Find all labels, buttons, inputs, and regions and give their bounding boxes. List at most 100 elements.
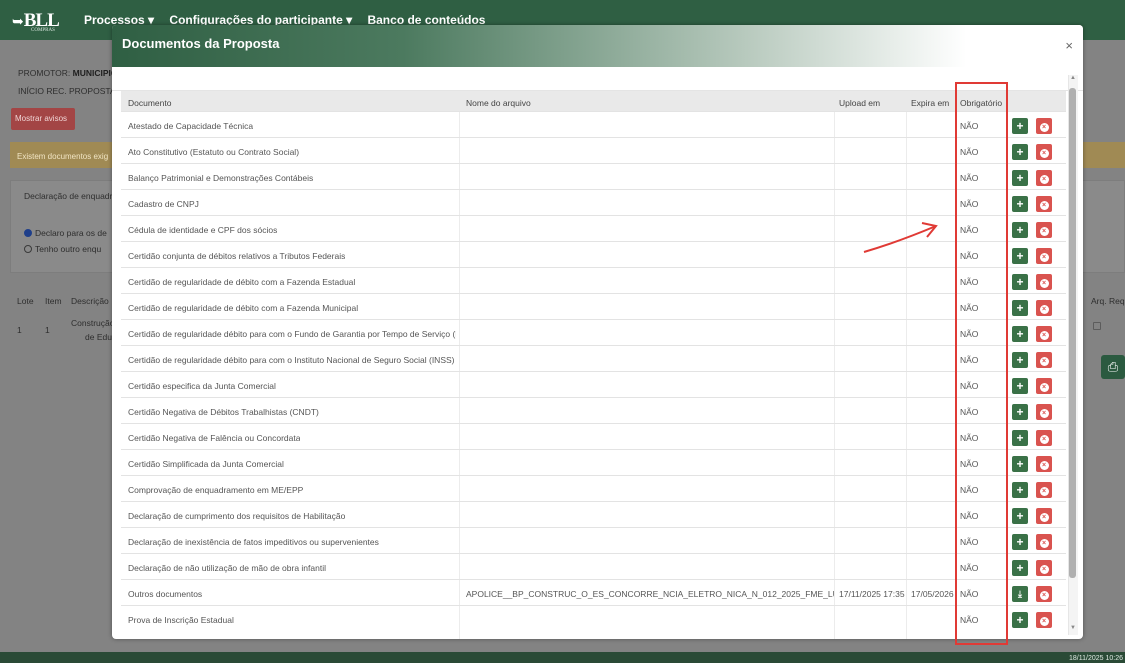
annotation-highlight-box: [955, 82, 1008, 645]
delete-icon: ×: [1039, 539, 1049, 548]
close-icon[interactable]: ×: [1065, 38, 1073, 53]
delete-button[interactable]: ×: [1036, 144, 1052, 160]
scroll-up-icon[interactable]: ▲: [1069, 75, 1077, 81]
delete-button[interactable]: ×: [1036, 196, 1052, 212]
table-row: Outros documentos APOLICE__BP_CONSTRUC_O_…: [121, 579, 1066, 605]
delete-icon: ×: [1039, 175, 1049, 184]
table-row: Declaração de não utilização de mão de o…: [121, 553, 1066, 579]
delete-button[interactable]: ×: [1036, 326, 1052, 342]
add-document-button[interactable]: +: [1012, 326, 1028, 342]
table-header: Documento Nome do arquivo Upload em Expi…: [121, 91, 1066, 111]
lot-row-lote: 1: [17, 325, 22, 335]
table-row: Certidão Negativa de Débitos Trabalhista…: [121, 397, 1066, 423]
delete-icon: ×: [1039, 591, 1049, 600]
cell-expira-em: 17/05/2026: [911, 589, 954, 599]
add-document-button[interactable]: +: [1012, 196, 1028, 212]
lot-header-item: Item: [45, 296, 62, 306]
cell-documento: Balanço Patrimonial e Demonstrações Cont…: [128, 173, 314, 183]
scrollbar-thumb[interactable]: [1069, 88, 1076, 578]
delete-button[interactable]: ×: [1036, 586, 1052, 602]
warning-text: Existem documentos exig: [17, 152, 109, 161]
delete-button[interactable]: ×: [1036, 612, 1052, 628]
delete-button[interactable]: ×: [1036, 248, 1052, 264]
delete-button[interactable]: ×: [1036, 482, 1052, 498]
lot-row-item: 1: [45, 325, 50, 335]
cell-documento: Declaração de não utilização de mão de o…: [128, 563, 326, 573]
delete-icon: ×: [1039, 461, 1049, 470]
download-button[interactable]: ⤓: [1012, 586, 1028, 602]
delete-icon: ×: [1039, 565, 1049, 574]
add-document-button[interactable]: +: [1012, 352, 1028, 368]
footer-bar: [0, 652, 1125, 663]
table-row: Cadastro de CNPJ NÃO + ×: [121, 189, 1066, 215]
delete-icon: ×: [1039, 123, 1049, 132]
cell-documento: Certidão Negativa de Débitos Trabalhista…: [128, 407, 319, 417]
delete-icon: ×: [1039, 383, 1049, 392]
add-document-button[interactable]: +: [1012, 222, 1028, 238]
cell-documento: Comprovação de enquadramento em ME/EPP: [128, 485, 304, 495]
table-row: Prova de Inscrição Estadual NÃO + ×: [121, 605, 1066, 631]
cell-documento: Prova de Inscrição Estadual: [128, 615, 234, 625]
scroll-down-icon[interactable]: ▼: [1069, 625, 1077, 631]
radio-checked-icon[interactable]: [24, 229, 32, 237]
delete-button[interactable]: ×: [1036, 560, 1052, 576]
cell-nome-arquivo: APOLICE__BP_CONSTRUC_O_ES_CONCORRE_NCIA_…: [466, 589, 834, 599]
add-document-button[interactable]: +: [1012, 118, 1028, 134]
add-document-button[interactable]: +: [1012, 456, 1028, 472]
delete-button[interactable]: ×: [1036, 534, 1052, 550]
table-row: Balanço Patrimonial e Demonstrações Cont…: [121, 163, 1066, 189]
add-document-button[interactable]: +: [1012, 170, 1028, 186]
lot-header-descricao: Descrição: [71, 296, 109, 306]
cell-documento: Cédula de identidade e CPF dos sócios: [128, 225, 278, 235]
delete-icon: ×: [1039, 617, 1049, 626]
delete-icon: ×: [1039, 487, 1049, 496]
add-document-button[interactable]: +: [1012, 274, 1028, 290]
delete-icon: ×: [1039, 357, 1049, 366]
arq-req-checkbox[interactable]: [1093, 322, 1101, 330]
print-button[interactable]: ⎙: [1101, 355, 1125, 379]
logo-arrow-icon: ➥: [12, 14, 24, 30]
radio-label-1: Declaro para os de: [35, 228, 107, 238]
header-upload-em: Upload em: [839, 98, 881, 108]
delete-button[interactable]: ×: [1036, 274, 1052, 290]
delete-icon: ×: [1039, 435, 1049, 444]
add-document-button[interactable]: +: [1012, 300, 1028, 316]
cell-documento: Certidão Simplificada da Junta Comercial: [128, 459, 284, 469]
table-row: Declaração de inexistência de fatos impe…: [121, 527, 1066, 553]
add-document-button[interactable]: +: [1012, 534, 1028, 550]
add-document-button[interactable]: +: [1012, 560, 1028, 576]
delete-button[interactable]: ×: [1036, 456, 1052, 472]
radio-option-1[interactable]: Declaro para os de: [24, 228, 107, 238]
cell-documento: Cadastro de CNPJ: [128, 199, 199, 209]
arq-req-header: Arq. Req.: [1091, 296, 1125, 306]
cell-documento: Certidão de regularidade de débito com a…: [128, 303, 359, 313]
declaracao-title: Declaração de enquadra: [24, 191, 118, 201]
delete-button[interactable]: ×: [1036, 378, 1052, 394]
add-document-button[interactable]: +: [1012, 144, 1028, 160]
radio-option-2[interactable]: Tenho outro enqu: [24, 244, 101, 254]
radio-unchecked-icon[interactable]: [24, 245, 32, 253]
delete-button[interactable]: ×: [1036, 430, 1052, 446]
cell-documento: Certidão de regularidade débito para com…: [128, 329, 456, 339]
header-expira-em: Expira em: [911, 98, 950, 108]
add-document-button[interactable]: +: [1012, 404, 1028, 420]
delete-button[interactable]: ×: [1036, 222, 1052, 238]
delete-button[interactable]: ×: [1036, 508, 1052, 524]
delete-icon: ×: [1039, 253, 1049, 262]
add-document-button[interactable]: +: [1012, 430, 1028, 446]
add-document-button[interactable]: +: [1012, 612, 1028, 628]
add-document-button[interactable]: +: [1012, 248, 1028, 264]
add-document-button[interactable]: +: [1012, 508, 1028, 524]
delete-button[interactable]: ×: [1036, 404, 1052, 420]
delete-button[interactable]: ×: [1036, 118, 1052, 134]
mostrar-avisos-button[interactable]: Mostrar avisos: [11, 108, 75, 130]
cell-documento: Certidão Negativa de Falência ou Concord…: [128, 433, 301, 443]
delete-button[interactable]: ×: [1036, 352, 1052, 368]
delete-button[interactable]: ×: [1036, 170, 1052, 186]
add-document-button[interactable]: +: [1012, 482, 1028, 498]
table-row: Atestado de Capacidade Técnica NÃO + ×: [121, 111, 1066, 137]
cell-documento: Atestado de Capacidade Técnica: [128, 121, 254, 131]
delete-button[interactable]: ×: [1036, 300, 1052, 316]
add-document-button[interactable]: +: [1012, 378, 1028, 394]
footer-timestamp: 18/11/2025 10:26: [1069, 655, 1123, 662]
